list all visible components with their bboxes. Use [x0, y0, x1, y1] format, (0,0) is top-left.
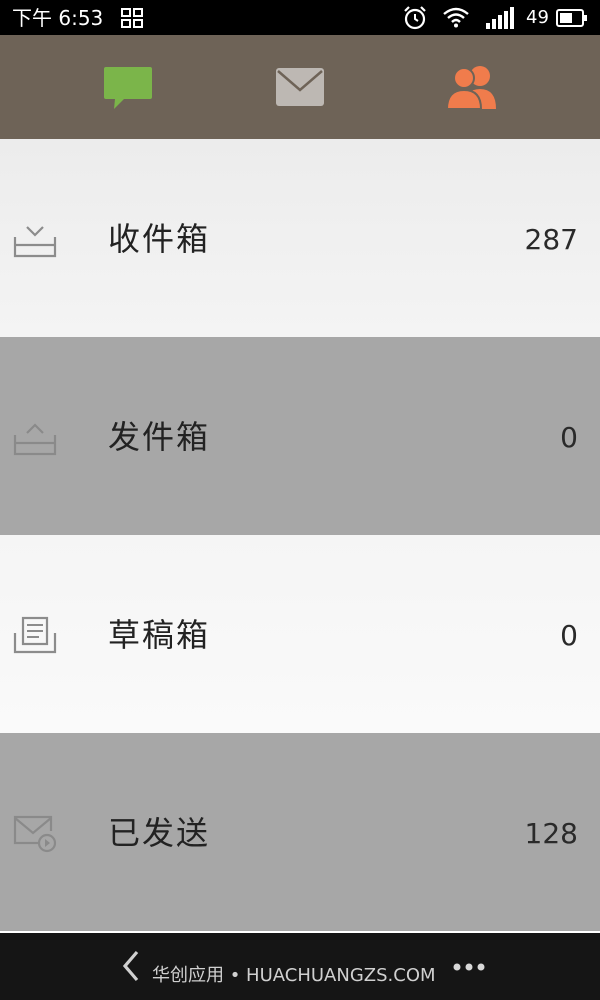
- drafts-icon: [13, 616, 57, 654]
- chat-bubble-icon: [104, 67, 152, 109]
- tab-bar: [0, 35, 600, 139]
- folder-row-sent[interactable]: 已发送 128: [0, 733, 600, 931]
- status-time: 下午 6:53: [12, 6, 104, 30]
- folder-count: 287: [524, 223, 578, 256]
- people-icon: [446, 66, 496, 110]
- battery-icon: [556, 9, 587, 27]
- envelope-icon: [276, 68, 324, 106]
- folder-count: 0: [560, 619, 578, 652]
- bottom-caption: 华创应用 • HUACHUANGZS.COM: [152, 965, 436, 986]
- status-bar: 下午 6:53 49: [0, 0, 600, 35]
- bottom-bar: 华创应用 • HUACHUANGZS.COM: [0, 933, 600, 1000]
- outbox-icon: [13, 423, 57, 456]
- folder-label: 发件箱: [108, 418, 211, 456]
- alarm-clock-icon: [404, 6, 426, 30]
- battery-level: 49: [526, 7, 549, 28]
- folder-list: 收件箱 287 发件箱 0 草稿箱 0 已发送 128: [0, 139, 600, 931]
- tab-contacts[interactable]: [373, 35, 573, 139]
- folder-count: 128: [524, 817, 578, 850]
- inbox-icon: [13, 226, 57, 258]
- cell-signal-icon: [486, 7, 514, 29]
- sent-mail-icon: [13, 815, 57, 853]
- tab-messages[interactable]: [28, 35, 228, 139]
- folder-row-inbox[interactable]: 收件箱 287: [0, 139, 600, 337]
- folder-count: 0: [560, 421, 578, 454]
- folder-label: 收件箱: [108, 220, 211, 258]
- tab-mail[interactable]: [200, 35, 400, 139]
- wifi-icon: [443, 7, 469, 28]
- folder-row-outbox[interactable]: 发件箱 0: [0, 337, 600, 535]
- app-grid-icon: [121, 8, 143, 28]
- folder-row-drafts[interactable]: 草稿箱 0: [0, 535, 600, 733]
- folder-label: 已发送: [108, 814, 211, 852]
- more-dots-icon[interactable]: [452, 961, 486, 973]
- folder-label: 草稿箱: [108, 616, 211, 654]
- back-chevron-icon[interactable]: [120, 949, 142, 983]
